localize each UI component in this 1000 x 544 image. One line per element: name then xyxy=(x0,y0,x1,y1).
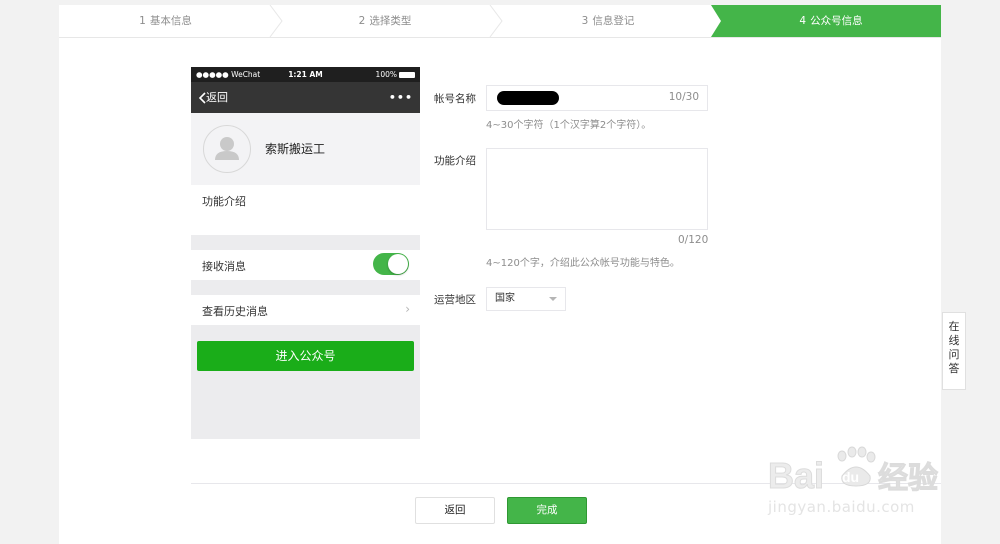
step-2: 2 选择类型 xyxy=(283,5,487,37)
svg-text:du: du xyxy=(842,469,859,485)
step-separator xyxy=(489,5,503,37)
nav-back-label: 返回 xyxy=(206,91,228,104)
progress-stepper: 1 基本信息 2 选择类型 3 信息登记 4 公众号信息 xyxy=(59,5,941,38)
profile-name: 索斯搬运工 xyxy=(265,142,326,156)
receive-toggle xyxy=(373,253,409,275)
phone-preview: ●●●●● WeChat 1:21 AM 100% 返回 ••• 索斯搬运工 功… xyxy=(191,67,420,439)
baidu-paw-logo: Bai du 经验 xyxy=(768,446,939,496)
receive-messages-row: 接收消息 xyxy=(191,250,420,280)
step-number: 2 xyxy=(358,15,366,27)
qa-char: 答 xyxy=(948,362,960,375)
intro-textarea[interactable] xyxy=(486,148,708,230)
battery-percent: 100% xyxy=(375,70,397,79)
redacted-value xyxy=(497,91,559,105)
profile-header: 索斯搬运工 xyxy=(191,113,420,185)
phone-nav-bar: 返回 ••• xyxy=(191,82,420,113)
region-label: 运营地区 xyxy=(434,294,476,306)
svg-text:经验: 经验 xyxy=(878,461,938,496)
region-select[interactable]: 国家 xyxy=(486,287,566,311)
qa-char: 问 xyxy=(948,348,960,361)
step-label: 信息登记 xyxy=(592,15,635,27)
account-name-input[interactable]: 10/30 xyxy=(486,85,708,111)
qa-char: 在 xyxy=(948,320,960,333)
qa-char: 线 xyxy=(948,334,960,347)
chevron-right-icon: › xyxy=(405,302,410,316)
step-number: 1 xyxy=(139,15,146,27)
step-number: 4 xyxy=(799,15,807,27)
more-icon: ••• xyxy=(388,91,413,104)
history-label: 查看历史消息 xyxy=(202,305,268,318)
step-1: 1 基本信息 xyxy=(59,5,272,37)
intro-char-count: 0/120 xyxy=(678,234,709,246)
battery-indicator: 100% xyxy=(376,67,415,82)
step-label: 基本信息 xyxy=(149,15,192,27)
avatar xyxy=(203,125,251,173)
intro-hint: 4~120个字，介绍此公众帐号功能与特色。 xyxy=(486,258,680,269)
online-qa-tab[interactable]: 在 线 问 答 xyxy=(942,312,966,390)
step-number: 3 xyxy=(581,15,589,27)
intro-label: 功能介绍 xyxy=(202,195,246,208)
step-4-active: 4 公众号信息 xyxy=(721,5,941,37)
receive-label: 接收消息 xyxy=(202,260,246,273)
done-button[interactable]: 完成 xyxy=(507,497,587,524)
intro-field-label: 功能介绍 xyxy=(434,155,476,167)
battery-icon xyxy=(399,72,415,78)
user-placeholder-icon xyxy=(215,137,239,160)
back-button[interactable]: 返回 xyxy=(415,497,495,524)
logo-text: Bai xyxy=(768,455,824,496)
history-row: 查看历史消息 › xyxy=(191,295,420,325)
enter-account-button: 进入公众号 xyxy=(197,341,414,371)
intro-section: 功能介绍 xyxy=(191,185,420,235)
step-label: 公众号信息 xyxy=(810,15,863,27)
step-3: 3 信息登记 xyxy=(503,5,713,37)
name-hint: 4~30个字符（1个汉字算2个字符）。 xyxy=(486,120,652,131)
name-label: 帐号名称 xyxy=(434,93,476,105)
watermark-url: jingyan.baidu.com xyxy=(768,498,915,516)
nav-back: 返回 xyxy=(198,82,228,113)
phone-status-bar: ●●●●● WeChat 1:21 AM 100% xyxy=(191,67,420,82)
name-char-count: 10/30 xyxy=(668,91,699,103)
chevron-left-icon xyxy=(198,92,206,104)
toggle-knob xyxy=(388,254,408,274)
baidu-watermark-logo: Bai du 经验 xyxy=(768,446,944,496)
step-separator xyxy=(269,5,283,37)
step-label: 选择类型 xyxy=(369,15,412,27)
chevron-down-icon xyxy=(549,297,557,301)
region-value: 国家 xyxy=(495,293,515,304)
